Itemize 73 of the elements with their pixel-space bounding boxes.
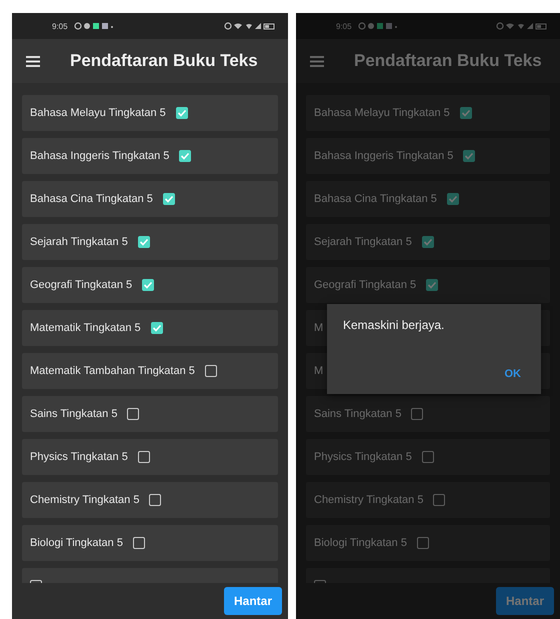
app-title: Pendaftaran Buku Teks xyxy=(70,51,258,71)
checkbox[interactable] xyxy=(446,193,459,205)
subject-row[interactable]: Geografi Tingkatan 5 xyxy=(22,267,278,303)
subject-row[interactable]: Physics Tingkatan 5 xyxy=(306,439,550,475)
subject-label: M xyxy=(314,365,324,377)
subject-label: Chemistry Tingkatan 5 xyxy=(30,494,140,506)
checkbox[interactable] xyxy=(132,537,145,549)
subject-label: Geografi Tingkatan 5 xyxy=(314,279,416,291)
checkbox[interactable] xyxy=(463,150,476,162)
subject-label: Biologi Tingkatan 5 xyxy=(30,537,123,549)
subject-row[interactable]: Sejarah Tingkatan 5 xyxy=(22,224,278,260)
subject-row[interactable]: Sejarah Tingkatan 5 xyxy=(306,224,550,260)
checkbox[interactable] xyxy=(150,322,163,334)
subject-row[interactable]: Bahasa Inggeris Tingkatan 5 xyxy=(306,138,550,174)
subject-label: Chemistry Tingkatan 5 xyxy=(314,494,424,506)
subject-label: Bahasa Inggeris Tingkatan 5 xyxy=(314,150,454,162)
checkbox[interactable] xyxy=(127,408,140,420)
checkbox[interactable] xyxy=(411,408,424,420)
subject-row[interactable]: Biologi Tingkatan 5 xyxy=(22,525,278,561)
subject-row[interactable]: Biologi Tingkatan 5 xyxy=(306,525,550,561)
subject-label: Matematik Tambahan Tingkatan 5 xyxy=(30,365,195,377)
subject-label: Physics Tingkatan 5 xyxy=(30,451,128,463)
checkbox[interactable] xyxy=(162,193,175,205)
checkbox[interactable] xyxy=(422,236,434,248)
app-title: Pendaftaran Buku Teks xyxy=(354,51,542,71)
system-status-icons xyxy=(496,22,548,30)
subject-label: Bahasa Melayu Tingkatan 5 xyxy=(30,107,166,119)
ok-button[interactable]: OK xyxy=(498,364,527,384)
subject-label: Geografi Tingkatan 5 xyxy=(30,279,132,291)
submit-button[interactable]: Hantar xyxy=(224,587,282,615)
checkbox[interactable] xyxy=(142,279,154,291)
subject-row[interactable]: Matematik Tingkatan 5 xyxy=(22,310,278,346)
dialog-message: Kemaskini berjaya. xyxy=(343,318,444,332)
checkbox[interactable] xyxy=(204,365,217,377)
checkbox[interactable] xyxy=(176,107,188,119)
system-status-icons xyxy=(224,22,276,30)
subject-row[interactable]: Bahasa Melayu Tingkatan 5 xyxy=(306,95,550,131)
subject-row[interactable]: Sains Tingkatan 5 xyxy=(306,396,550,432)
subject-label: Bahasa Cina Tingkatan 5 xyxy=(30,193,153,205)
subject-row[interactable]: Geografi Tingkatan 5 xyxy=(306,267,550,303)
checkbox[interactable] xyxy=(422,451,434,463)
subject-label: Bahasa Inggeris Tingkatan 5 xyxy=(30,150,170,162)
subject-row[interactable]: Bahasa Melayu Tingkatan 5 xyxy=(22,95,278,131)
submit-button[interactable]: Hantar xyxy=(496,587,554,615)
status-time: 9:05 xyxy=(52,22,68,30)
checkbox[interactable] xyxy=(426,279,438,291)
checkbox[interactable] xyxy=(460,107,472,119)
subject-label: M xyxy=(314,322,324,334)
subject-row[interactable]: Chemistry Tingkatan 5 xyxy=(306,482,550,518)
checkbox[interactable] xyxy=(149,494,162,506)
subject-label: Matematik Tingkatan 5 xyxy=(30,322,141,334)
subject-row[interactable]: Sains Tingkatan 5 xyxy=(22,396,278,432)
checkbox[interactable] xyxy=(416,537,429,549)
subject-row[interactable]: Bahasa Cina Tingkatan 5 xyxy=(22,181,278,217)
subject-label: Biologi Tingkatan 5 xyxy=(314,537,407,549)
subject-label: Sejarah Tingkatan 5 xyxy=(314,236,412,248)
status-time: 9:05 xyxy=(336,22,352,30)
subject-row[interactable]: Physics Tingkatan 5 xyxy=(22,439,278,475)
subject-label: Bahasa Cina Tingkatan 5 xyxy=(314,193,437,205)
subject-row[interactable]: Matematik Tambahan Tingkatan 5 xyxy=(22,353,278,389)
checkbox[interactable] xyxy=(433,494,446,506)
subject-label: Bahasa Melayu Tingkatan 5 xyxy=(314,107,450,119)
subject-row[interactable]: Bahasa Inggeris Tingkatan 5 xyxy=(22,138,278,174)
subject-row[interactable]: Bahasa Cina Tingkatan 5 xyxy=(306,181,550,217)
checkbox[interactable] xyxy=(179,150,192,162)
subject-label: Sejarah Tingkatan 5 xyxy=(30,236,128,248)
checkbox[interactable] xyxy=(138,451,150,463)
subject-label: Sains Tingkatan 5 xyxy=(314,408,402,420)
menu-icon[interactable] xyxy=(26,56,40,66)
subject-label: Sains Tingkatan 5 xyxy=(30,408,118,420)
subject-label: Physics Tingkatan 5 xyxy=(314,451,412,463)
subject-row[interactable]: Chemistry Tingkatan 5 xyxy=(22,482,278,518)
checkbox[interactable] xyxy=(138,236,150,248)
